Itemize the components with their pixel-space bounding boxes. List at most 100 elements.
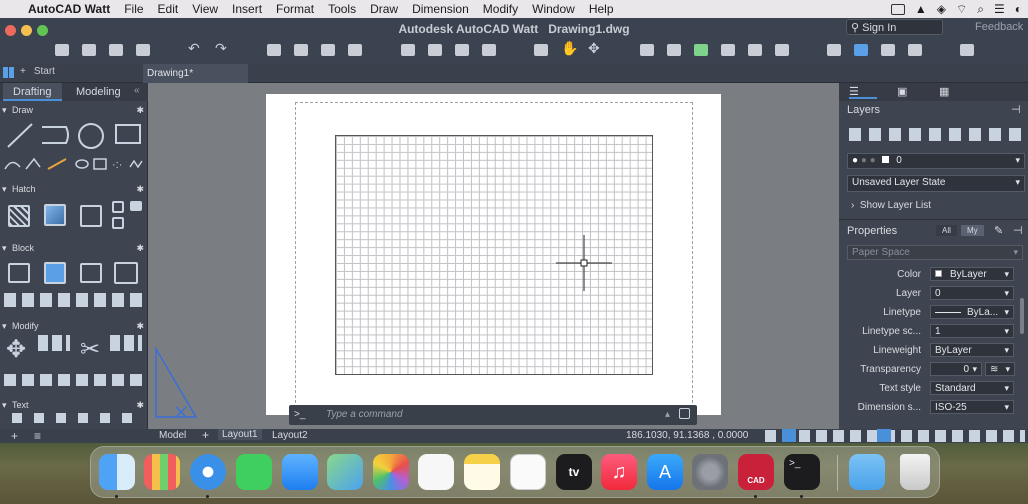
share-icon[interactable]	[854, 44, 868, 56]
section-modify[interactable]: Modify✱	[0, 321, 148, 334]
copy-clip-icon[interactable]	[428, 44, 442, 56]
command-line[interactable]: >_ Type a command ▴	[289, 405, 697, 425]
dimension-style-dropdown[interactable]: ISO-25	[930, 400, 1014, 414]
gear-icon[interactable]: ✱	[136, 243, 144, 254]
save-icon[interactable]	[109, 44, 123, 56]
feedback-link[interactable]: Feedback	[975, 21, 1023, 33]
collapse-icon[interactable]: «	[134, 85, 140, 96]
new-file-icon[interactable]	[55, 44, 69, 56]
app-name[interactable]: AutoCAD Watt	[28, 2, 110, 16]
linetype-dropdown[interactable]: ByLa...	[930, 305, 1014, 319]
dock-properties-icon[interactable]: ⊣	[1013, 224, 1023, 237]
copy-icon[interactable]	[38, 335, 70, 351]
dock-panel-icon[interactable]: ⊣	[1011, 103, 1021, 116]
menu-dimension[interactable]: Dimension	[412, 2, 469, 16]
menu-insert[interactable]: Insert	[232, 2, 262, 16]
gradient-icon[interactable]	[44, 204, 66, 226]
tab-layout2[interactable]: Layout2	[272, 430, 308, 441]
system-settings-icon[interactable]	[692, 454, 728, 490]
orbit-icon[interactable]: ✥	[588, 40, 600, 57]
mail-icon[interactable]	[282, 454, 318, 490]
ortho-toggle[interactable]	[782, 429, 796, 442]
maps-icon[interactable]	[327, 454, 363, 490]
section-hatch[interactable]: Hatch✱	[0, 184, 148, 197]
menu-edit[interactable]: Edit	[158, 2, 179, 16]
status-icon-2[interactable]: ▲	[915, 2, 927, 16]
messages-icon[interactable]	[236, 454, 272, 490]
text-tools[interactable]	[12, 413, 142, 423]
blocks-tab-icon[interactable]: ▣	[897, 85, 907, 98]
freeform-icon[interactable]	[510, 454, 546, 490]
menu-help[interactable]: Help	[589, 2, 614, 16]
layer-manager-icon[interactable]	[827, 44, 841, 56]
current-layer-dropdown[interactable]: ● ● ● 0	[847, 153, 1025, 169]
command-history-icon[interactable]: ▴	[665, 409, 670, 420]
cloud-icon[interactable]	[908, 44, 922, 56]
block-editor-icon[interactable]	[482, 44, 496, 56]
safari-icon[interactable]	[190, 454, 226, 490]
fillet-icon[interactable]	[110, 335, 142, 351]
drawing-canvas[interactable]: >_ Type a command ▴	[148, 83, 839, 429]
menu-file[interactable]: File	[124, 2, 143, 16]
section-text[interactable]: Text✱	[0, 400, 148, 413]
status-icon-3[interactable]: ◈	[937, 2, 946, 16]
app-store-icon[interactable]: A	[647, 454, 683, 490]
markup-icon[interactable]	[748, 44, 762, 56]
linetype-scale-input[interactable]: 1	[930, 324, 1014, 338]
layer-state-dropdown[interactable]: Unsaved Layer State	[847, 175, 1025, 192]
redo-icon[interactable]: ↷	[215, 40, 227, 57]
transparency-input[interactable]: 0	[930, 362, 982, 376]
section-block[interactable]: Block✱	[0, 243, 148, 256]
gear-icon[interactable]: ✱	[136, 400, 144, 411]
attach-icon[interactable]	[881, 44, 895, 56]
zoom-window-icon[interactable]	[534, 44, 548, 56]
section-draw[interactable]: Draw✱	[0, 105, 148, 118]
menu-draw[interactable]: Draw	[370, 2, 398, 16]
spotlight-icon[interactable]: ⌕	[977, 2, 984, 17]
tab-start[interactable]: + Start	[20, 66, 55, 77]
add-icon[interactable]: +	[11, 429, 18, 443]
show-layer-list[interactable]: › Show Layer List	[851, 200, 931, 211]
sign-in-button[interactable]: ⚲ Sign In	[846, 19, 943, 35]
text-style-dropdown[interactable]: Standard	[930, 381, 1014, 395]
design-center-icon[interactable]	[667, 44, 681, 56]
layer-dropdown[interactable]: 0	[930, 286, 1014, 300]
menu-window[interactable]: Window	[532, 2, 575, 16]
tool-palettes-icon[interactable]	[694, 44, 708, 56]
clipboard-icon[interactable]	[960, 44, 974, 56]
tab-layout1[interactable]: Layout1	[218, 429, 262, 440]
plot-icon[interactable]	[267, 44, 281, 56]
open-file-icon[interactable]	[82, 44, 96, 56]
command-input[interactable]: Type a command	[326, 409, 403, 420]
publish-icon[interactable]	[321, 44, 335, 56]
downloads-folder-icon[interactable]	[849, 454, 885, 490]
quickcalc-icon[interactable]	[775, 44, 789, 56]
tab-modeling[interactable]: Modeling	[66, 83, 131, 101]
properties-scrollbar[interactable]	[1020, 298, 1024, 334]
create-block-icon[interactable]	[8, 263, 30, 283]
modify-small-tools[interactable]	[4, 374, 144, 386]
reminders-icon[interactable]	[418, 454, 454, 490]
paste-icon[interactable]	[455, 44, 469, 56]
edit-block-icon[interactable]	[80, 263, 102, 283]
trash-icon[interactable]	[900, 454, 930, 490]
menu-modify[interactable]: Modify	[483, 2, 518, 16]
insert-block-icon[interactable]	[44, 262, 66, 284]
region-edit-icon[interactable]	[130, 201, 142, 211]
save-as-icon[interactable]	[136, 44, 150, 56]
launchpad-icon[interactable]	[144, 454, 180, 490]
space-selector[interactable]: Paper Space	[847, 245, 1023, 260]
move-icon[interactable]: ✥	[6, 335, 26, 364]
command-options-icon[interactable]	[679, 408, 690, 419]
trim-icon[interactable]: ✂	[80, 335, 100, 364]
menu-tools[interactable]: Tools	[328, 2, 356, 16]
gear-icon[interactable]: ✱	[136, 105, 144, 116]
finder-icon[interactable]	[99, 454, 135, 490]
apple-tv-icon[interactable]: tv	[556, 454, 592, 490]
wipeout-icon[interactable]	[112, 217, 124, 229]
osnap-toggle[interactable]	[877, 429, 891, 442]
block-small-tools[interactable]	[4, 293, 144, 307]
menu-view[interactable]: View	[192, 2, 218, 16]
edit-properties-icon[interactable]: ✎	[994, 224, 1003, 237]
filter-all-button[interactable]: All	[936, 225, 957, 236]
